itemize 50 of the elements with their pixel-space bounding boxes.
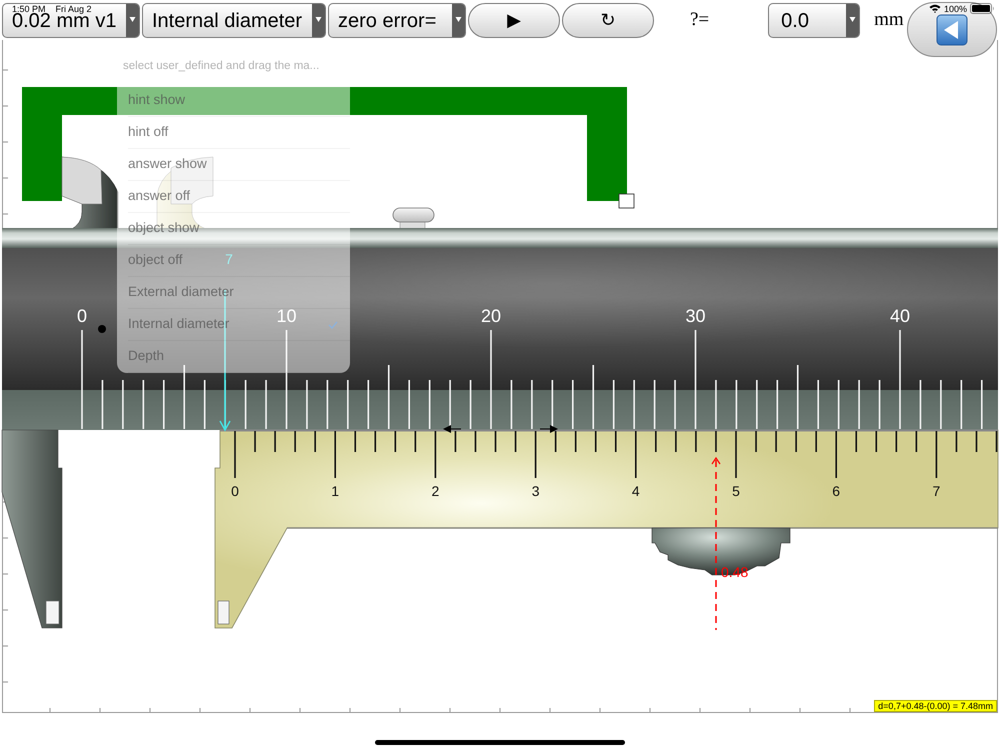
check-icon — [328, 320, 338, 328]
thumb-wheel[interactable] — [652, 528, 790, 576]
play-button[interactable]: ▶ — [468, 3, 560, 38]
answer-select[interactable]: 0.0 — [768, 3, 860, 38]
zero-error-select[interactable]: zero error= — [328, 3, 466, 38]
vernier-scale-label: 5 — [732, 483, 740, 499]
sliding-jaw[interactable] — [214, 430, 998, 628]
vernier-scale-label: 4 — [632, 483, 640, 499]
status-time: 1:50 PM — [12, 4, 46, 14]
wifi-icon — [928, 4, 941, 13]
caret-icon — [846, 4, 860, 37]
menu-item[interactable]: External diameter — [128, 277, 350, 309]
menu-item[interactable]: hint off — [128, 117, 350, 149]
vernier-scale-label: 6 — [832, 483, 840, 499]
main-scale-label: 20 — [480, 306, 502, 326]
status-date: Fri Aug 2 — [56, 4, 92, 14]
caret-icon — [452, 4, 465, 37]
caret-icon — [312, 4, 325, 37]
main-scale-label: 40 — [890, 306, 910, 326]
menu-item[interactable]: object show — [128, 213, 350, 245]
vernier-scale-label: 1 — [331, 483, 340, 499]
right-triangle-icon — [540, 425, 558, 433]
left-triangle-icon — [443, 425, 462, 433]
vernier-scale-label: 3 — [532, 483, 540, 499]
main-scale-label: 0 — [77, 306, 87, 326]
vernier-scale-label: 7 — [932, 483, 940, 499]
main-scale-label: 10 — [276, 306, 297, 326]
menu-item[interactable]: hint show — [128, 85, 350, 117]
menu-item[interactable]: answer show — [128, 149, 350, 181]
vernier-scale-label: 0 — [231, 483, 239, 499]
resize-handle[interactable] — [618, 194, 634, 208]
hint-value: 7 — [225, 251, 233, 267]
answer-label: ?= — [690, 8, 710, 32]
depth-knob[interactable] — [392, 208, 434, 230]
battery-percent: 100% — [944, 4, 967, 14]
battery-icon — [970, 3, 995, 14]
vernier-scale-label: 2 — [432, 483, 440, 499]
menu-header: select user_defined and drag the ma... — [122, 58, 320, 74]
result-label: d=0,7+0.48-(0.00) = 7.48mm — [874, 700, 997, 712]
menu-item[interactable]: answer off — [128, 181, 350, 213]
caret-icon — [126, 4, 139, 37]
measured-object[interactable] — [22, 87, 627, 201]
menu-item[interactable]: Depth — [128, 341, 350, 373]
mode-select[interactable]: Internal diameter — [142, 3, 326, 38]
dot-icon — [98, 325, 106, 333]
main-scale-label: 30 — [685, 306, 706, 326]
unit-label: mm — [874, 8, 904, 32]
back-button[interactable] — [906, 2, 997, 57]
back-icon — [936, 14, 968, 46]
reset-button[interactable]: ↻ — [562, 3, 654, 38]
